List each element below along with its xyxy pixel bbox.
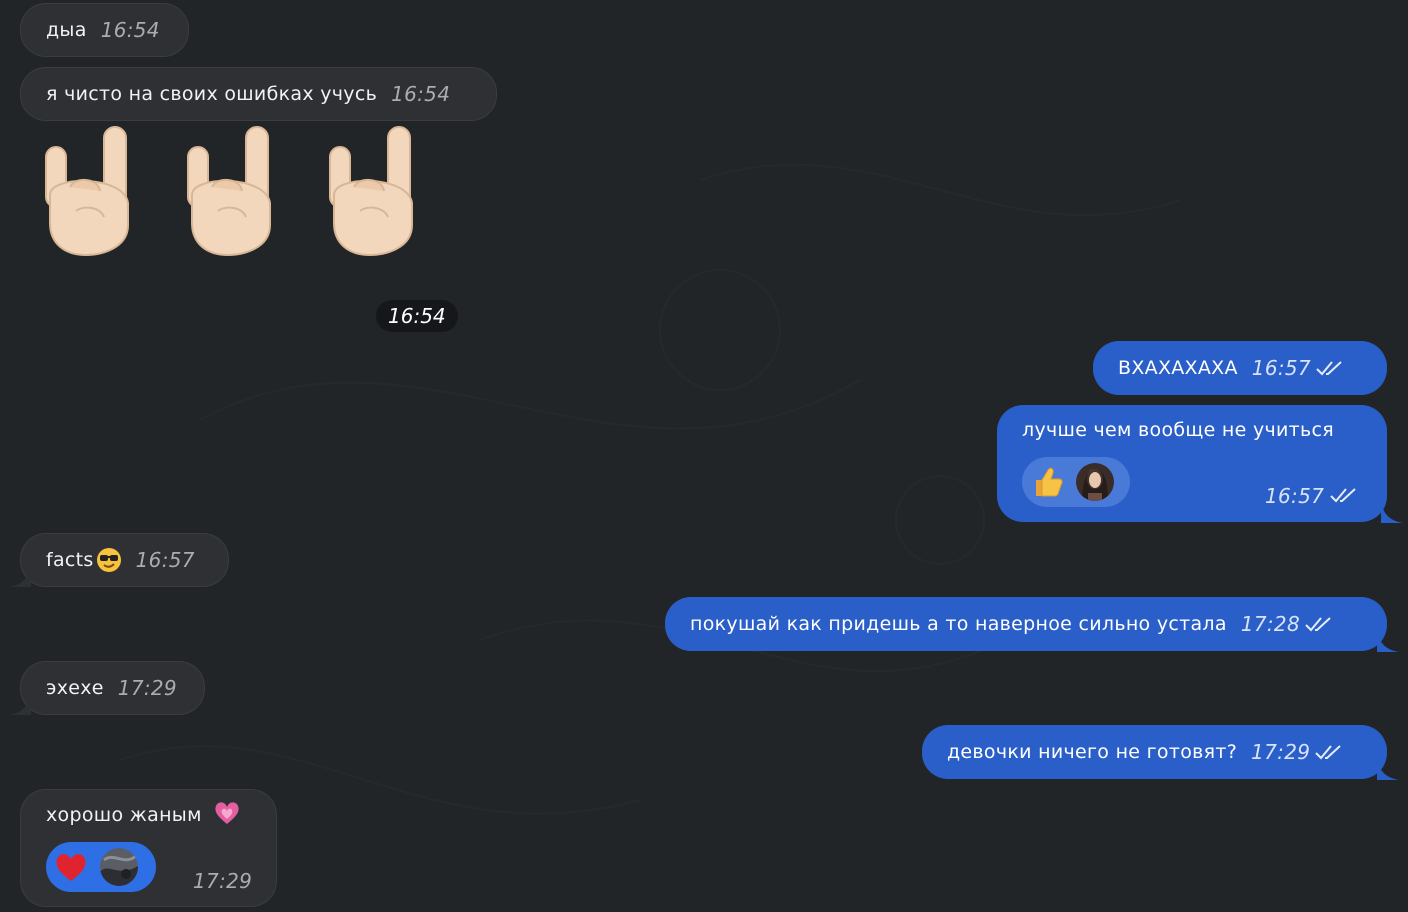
- message-time: 17:29: [193, 869, 253, 893]
- outgoing-message[interactable]: девочки ничего не готовят? 17:29: [922, 725, 1399, 780]
- message-text: девочки ничего не готовят?: [947, 741, 1238, 763]
- bubble-tail: [1377, 758, 1399, 780]
- message-text: я чисто на своих ошибках учусь: [46, 83, 378, 105]
- incoming-message[interactable]: дыа 16:54: [20, 3, 189, 57]
- incoming-message[interactable]: эхехе 17:29: [9, 661, 205, 715]
- double-check-icon: [1330, 488, 1356, 503]
- reaction-pill[interactable]: [1022, 457, 1130, 507]
- message-text: покушай как придешь а то наверное сильно…: [690, 613, 1227, 635]
- message-text: facts: [46, 549, 94, 571]
- sparkling-heart-icon: [215, 802, 239, 824]
- message-time: 16:54: [100, 18, 160, 42]
- emoji-message[interactable]: 16:54: [40, 125, 460, 335]
- rock-on-hand-icon: [329, 126, 413, 257]
- message-time: 16:57: [135, 548, 195, 572]
- message-time: 16:54: [391, 82, 451, 106]
- rock-on-hand-icon: [45, 126, 129, 257]
- reaction-pill[interactable]: [46, 842, 156, 892]
- double-check-icon: [1316, 361, 1342, 376]
- message-text: дыа: [46, 19, 87, 41]
- double-check-icon: [1305, 617, 1331, 632]
- outgoing-message[interactable]: ВХАХАХАХА 16:57: [1093, 341, 1387, 395]
- bubble-tail: [1381, 501, 1403, 523]
- message-text: хорошо жаным: [46, 804, 202, 826]
- outgoing-message[interactable]: покушай как придешь а то наверное сильно…: [665, 597, 1399, 652]
- bubble-tail: [1377, 630, 1399, 652]
- reactor-avatar: [1076, 463, 1114, 501]
- reactor-avatar: [100, 848, 138, 886]
- message-time: 17:29: [117, 676, 177, 700]
- message-time: 17:29: [1251, 740, 1311, 764]
- sunglasses-face-icon: [96, 548, 121, 572]
- bubble-tail: [9, 693, 31, 715]
- message-time: 16:54: [376, 300, 458, 332]
- incoming-message[interactable]: facts 16:57: [9, 533, 229, 587]
- double-check-icon: [1315, 745, 1341, 760]
- incoming-message[interactable]: хорошо жаным 17:29: [20, 789, 277, 907]
- outgoing-message[interactable]: лучше чем вообще не учиться 16:57: [997, 405, 1403, 523]
- message-time: 16:57: [1265, 484, 1325, 508]
- thumbs-up-icon: [1036, 467, 1063, 497]
- red-heart-icon: [56, 854, 86, 881]
- bubble-tail: [9, 565, 31, 587]
- incoming-message[interactable]: я чисто на своих ошибках учусь 16:54: [20, 67, 497, 121]
- rock-on-hand-icon: [187, 126, 271, 257]
- message-text: лучше чем вообще не учиться: [1022, 419, 1335, 441]
- message-time: 17:28: [1240, 612, 1300, 636]
- message-text: ВХАХАХАХА: [1118, 357, 1238, 379]
- message-time: 16:57: [1251, 356, 1311, 380]
- message-text: эхехе: [46, 677, 104, 699]
